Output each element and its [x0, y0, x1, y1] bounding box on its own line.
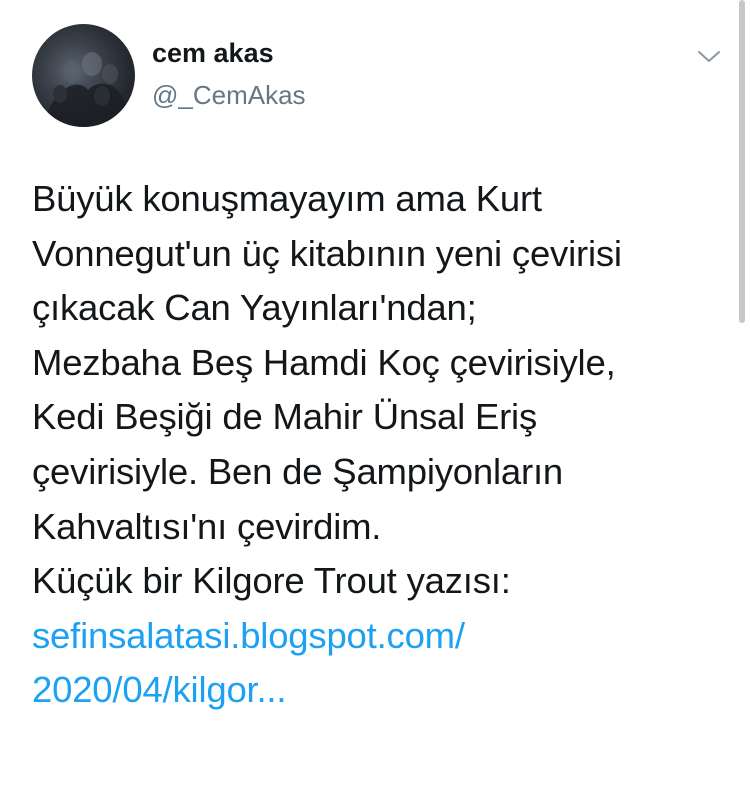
tweet: cem akas @_CemAkas Büyük konuşmayayım am… [0, 0, 750, 801]
author-handle[interactable]: @_CemAkas [152, 78, 306, 112]
author-header: cem akas @_CemAkas [152, 36, 306, 112]
tweet-link-line-2[interactable]: 2020/04/kilgor... [32, 663, 732, 718]
tweet-text-line: çıkacak Can Yayınları'ndan; [32, 287, 477, 329]
scrollbar[interactable] [739, 0, 746, 801]
tweet-text-line: Kahvaltısı'nı çevirdim. [32, 505, 382, 547]
tweet-text-line: çevirisiyle. Ben de Şampiyonların [32, 450, 564, 492]
tweet-text-line: Mezbaha Beş Hamdi Koç çevirisiyle, [32, 341, 616, 383]
scrollbar-thumb[interactable] [739, 0, 745, 323]
chevron-down-icon [698, 51, 720, 62]
tweet-text-line: Kedi Beşiği de Mahir Ünsal Eriş [32, 396, 538, 438]
tweet-text-line: Küçük bir Kilgore Trout yazısı: [32, 560, 511, 602]
avatar-photo-icon [42, 52, 132, 127]
tweet-menu-button[interactable] [697, 49, 721, 65]
tweet-text-line: Büyük konuşmayayım ama Kurt [32, 178, 542, 219]
tweet-link-line-1[interactable]: sefinsalatasi.blogspot.com/ [32, 609, 732, 664]
avatar[interactable] [32, 24, 135, 127]
tweet-text-line: Vonnegut'un üç kitabının yeni çevirisi [32, 232, 622, 274]
tweet-text: Büyük konuşmayayım ama Kurt Vonnegut'un … [32, 172, 732, 718]
author-display-name[interactable]: cem akas [152, 36, 306, 70]
